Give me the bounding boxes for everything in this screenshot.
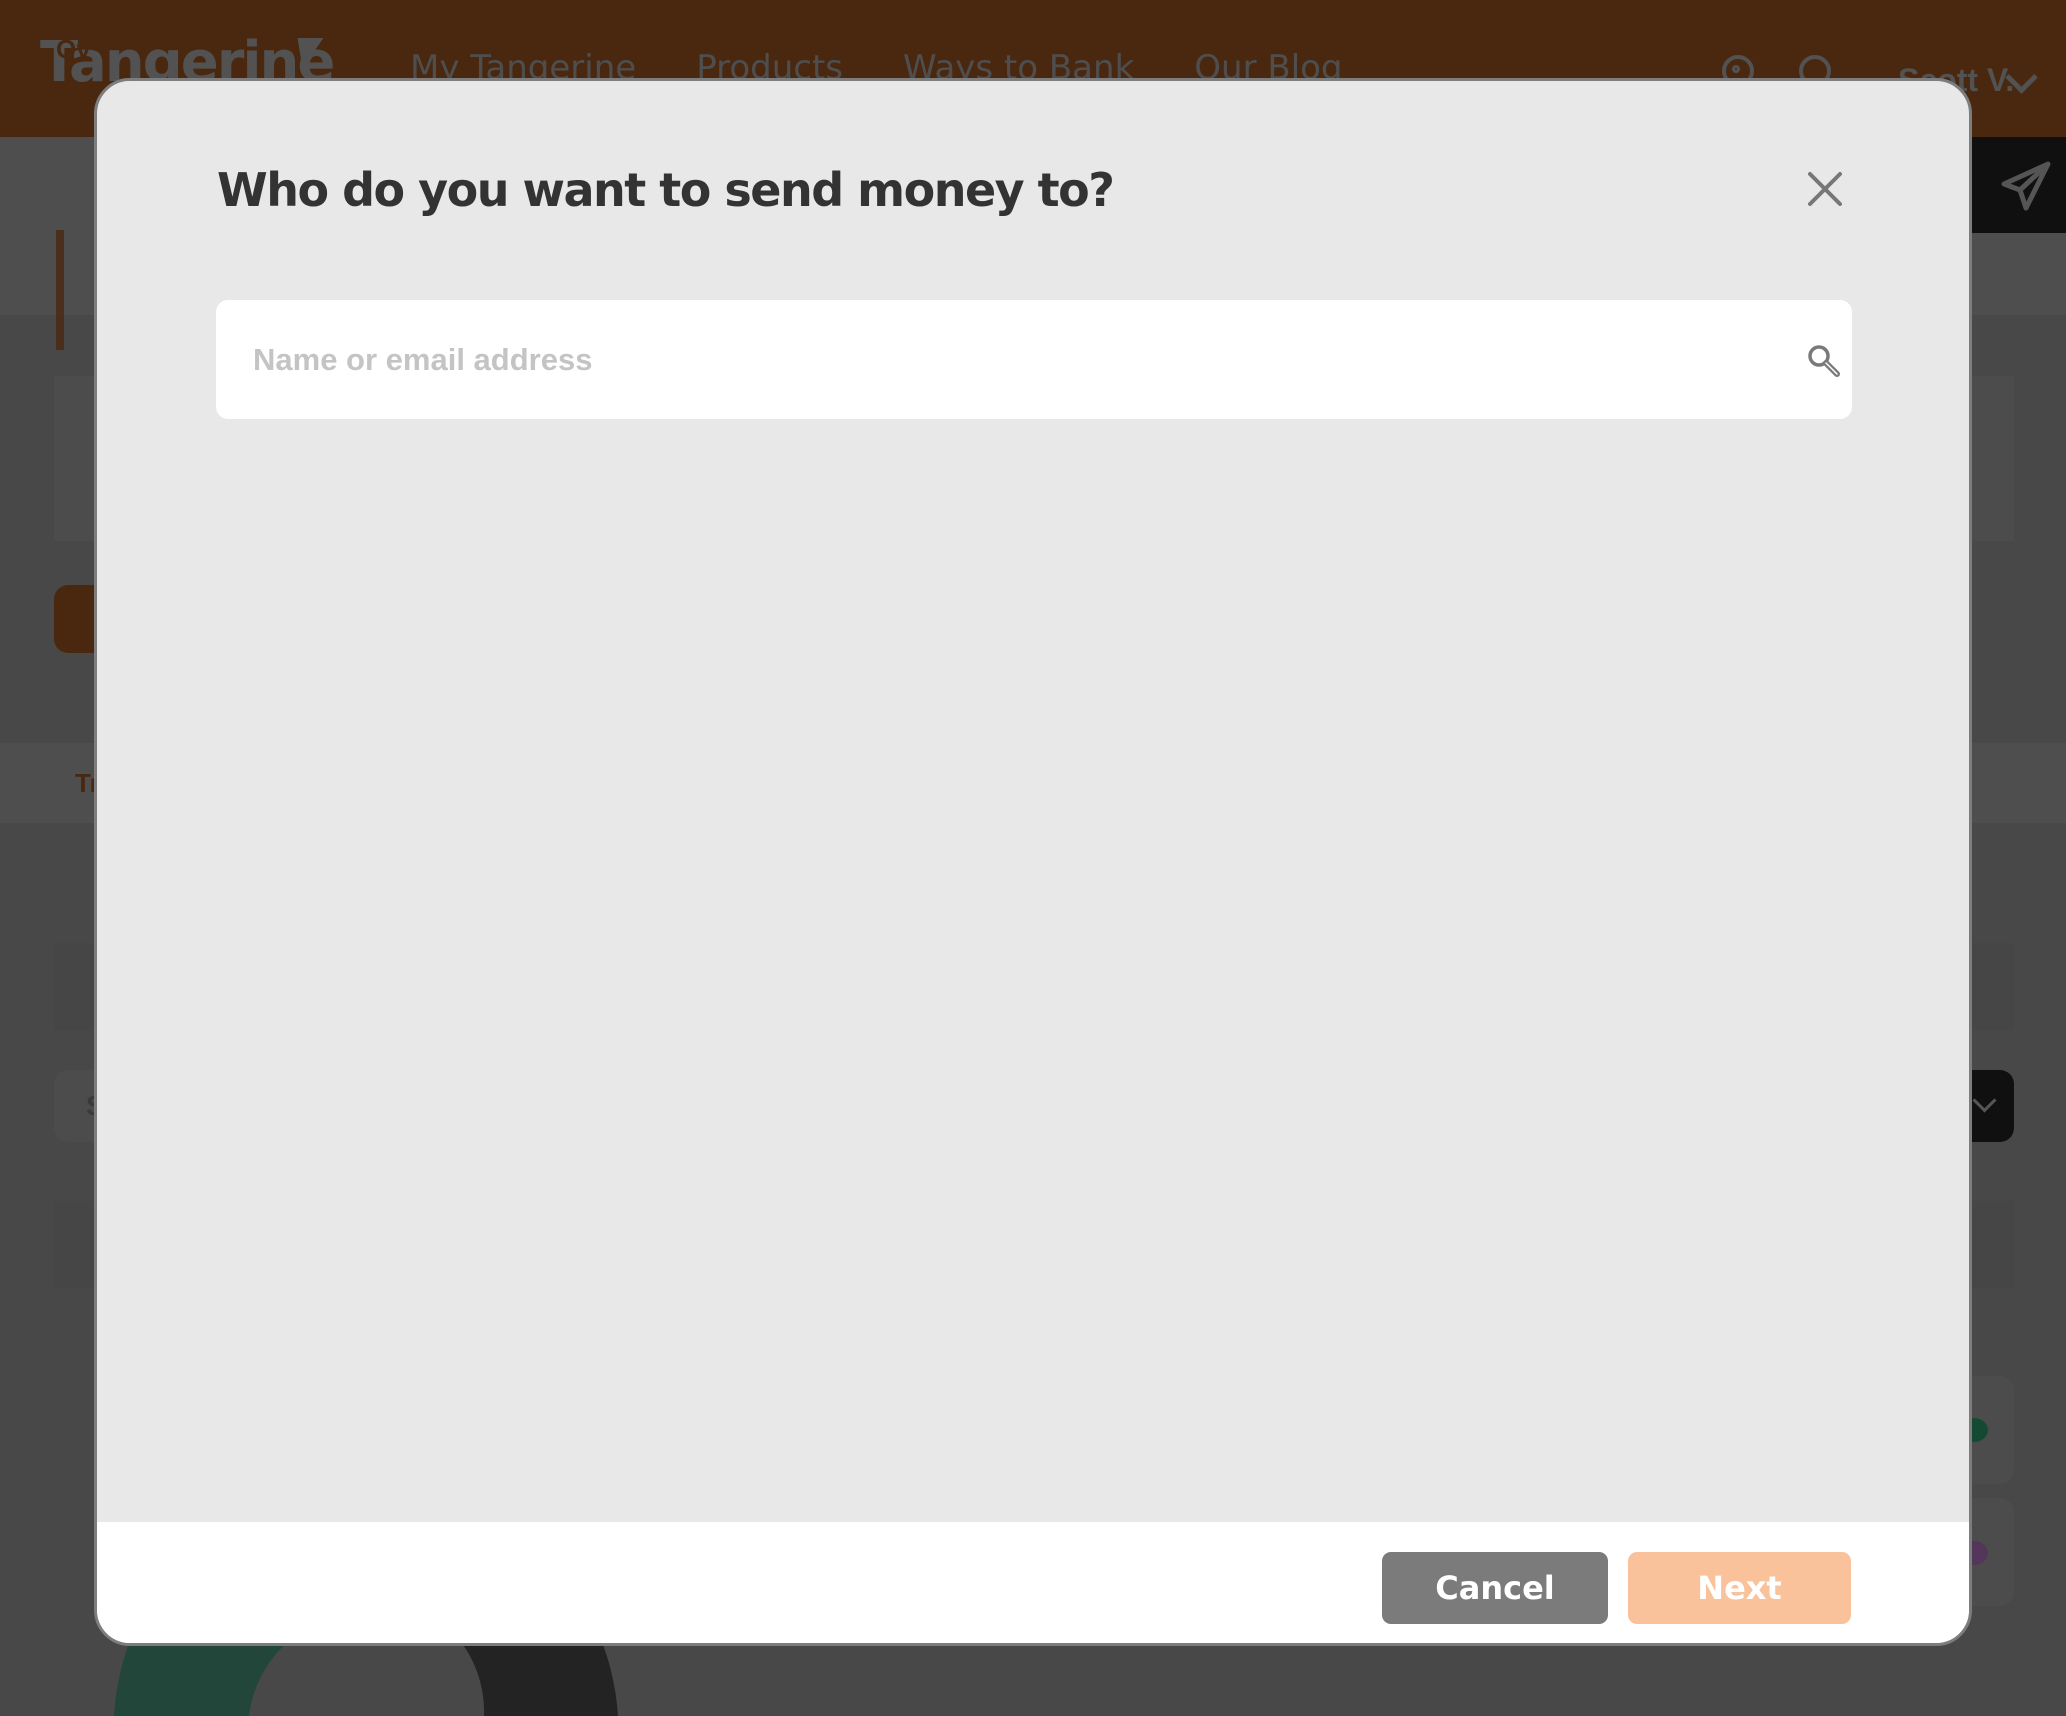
modal-title: Who do you want to send money to? — [217, 163, 1115, 217]
send-money-modal: Who do you want to send money to? Cancel… — [94, 78, 1972, 1646]
recipient-search-box — [216, 300, 1852, 419]
close-icon — [1808, 172, 1842, 206]
modal-footer: Cancel Next — [97, 1522, 1969, 1643]
send-icon — [2001, 161, 2051, 211]
cancel-button[interactable]: Cancel — [1382, 1552, 1608, 1624]
recipient-search-input[interactable] — [216, 300, 1756, 419]
close-button[interactable] — [1805, 169, 1845, 209]
next-button[interactable]: Next — [1628, 1552, 1851, 1624]
subnav-overview[interactable]: Ov — [56, 34, 91, 65]
search-icon[interactable] — [1806, 343, 1842, 379]
